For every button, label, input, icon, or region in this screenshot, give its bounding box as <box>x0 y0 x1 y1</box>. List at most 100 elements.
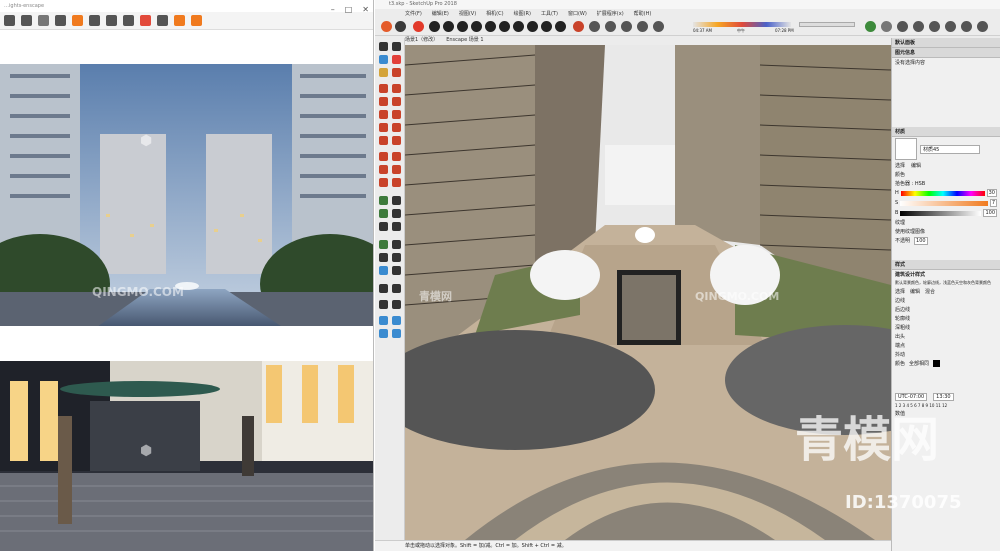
home-icon[interactable] <box>21 15 32 26</box>
close-icon[interactable]: ✕ <box>362 5 369 14</box>
style-icon-2[interactable] <box>881 21 892 32</box>
polygon-icon[interactable] <box>392 110 401 119</box>
grid-icon[interactable] <box>55 15 66 26</box>
menu-camera[interactable]: 相机(C) <box>486 10 503 17</box>
shadow-time-slider[interactable] <box>693 22 791 27</box>
styles-header[interactable]: 样式 <box>892 260 1000 270</box>
style-icon-4[interactable] <box>913 21 924 32</box>
paint-bucket-icon[interactable] <box>392 55 401 64</box>
edge-setting-3[interactable]: 轮廓线 <box>892 314 1000 323</box>
b-value[interactable]: 100 <box>983 209 997 217</box>
minimize-icon[interactable]: – <box>331 5 335 14</box>
slider-icon[interactable] <box>174 15 185 26</box>
freehand-icon[interactable] <box>392 84 401 93</box>
save-icon[interactable] <box>89 15 100 26</box>
flag-icon[interactable] <box>157 15 168 26</box>
edge-setting-6[interactable]: 端点 <box>892 341 1000 350</box>
menu-file[interactable]: 文件(F) <box>405 10 422 17</box>
zoom-icon[interactable] <box>457 21 468 32</box>
date-slider[interactable] <box>799 22 855 27</box>
axes-icon[interactable] <box>379 222 388 231</box>
pie-icon[interactable] <box>379 136 388 145</box>
rotate-icon[interactable] <box>379 165 388 174</box>
style-icon-3[interactable] <box>897 21 908 32</box>
tab-edit[interactable]: 编辑 <box>911 162 921 169</box>
position-camera-icon[interactable] <box>527 21 538 32</box>
edge-setting-5[interactable]: 出头 <box>892 332 1000 341</box>
lines-icon[interactable] <box>123 15 134 26</box>
eraser-tool-icon[interactable] <box>379 68 388 77</box>
maximize-icon[interactable]: □ <box>345 5 353 14</box>
use-texture-checkbox[interactable]: 使用纹理图像 <box>892 227 1000 236</box>
look-around-icon[interactable] <box>555 21 566 32</box>
menu-edit[interactable]: 编辑(E) <box>432 10 449 17</box>
orbit-tool-icon[interactable] <box>379 240 388 249</box>
tag-tool-icon[interactable] <box>392 68 401 77</box>
entity-info-header[interactable]: 图元信息 <box>892 48 1000 58</box>
zoom-window-icon[interactable] <box>471 21 482 32</box>
menu-window[interactable]: 窗口(W) <box>568 10 587 17</box>
enscape-start-icon[interactable] <box>573 21 584 32</box>
b-slider[interactable] <box>900 210 982 216</box>
folder-icon[interactable] <box>4 15 15 26</box>
zoom-extents-tool-icon[interactable] <box>379 266 388 275</box>
orbit-icon[interactable] <box>429 21 440 32</box>
s-value[interactable]: 7 <box>989 199 997 207</box>
menu-draw[interactable]: 绘图(R) <box>514 10 531 17</box>
walk-icon[interactable] <box>541 21 552 32</box>
zoom-tool-icon[interactable] <box>379 253 388 262</box>
h-slider[interactable] <box>900 190 985 196</box>
style-icon-6[interactable] <box>945 21 956 32</box>
enscape-vr-icon[interactable] <box>653 21 664 32</box>
style-tab-edit[interactable]: 编辑 <box>910 288 920 295</box>
pan-tool-icon[interactable] <box>392 240 401 249</box>
three-point-arc-icon[interactable] <box>392 136 401 145</box>
h-value[interactable]: 30 <box>986 189 997 197</box>
sandbox-2-icon[interactable] <box>392 316 401 325</box>
settings-icon[interactable] <box>72 15 83 26</box>
menu-tools[interactable]: 工具(T) <box>541 10 558 17</box>
arc-icon[interactable] <box>379 123 388 132</box>
menu-extensions[interactable]: 扩展程序(x) <box>597 10 624 17</box>
model-viewport[interactable] <box>405 45 891 540</box>
style-icon-8[interactable] <box>977 21 988 32</box>
rectangle-icon[interactable] <box>379 97 388 106</box>
sandbox-icon[interactable] <box>379 316 388 325</box>
previous-view-icon[interactable] <box>392 266 401 275</box>
next-icon[interactable] <box>513 21 524 32</box>
style-icon-7[interactable] <box>961 21 972 32</box>
sandbox-4-icon[interactable] <box>392 329 401 338</box>
style-tab-select[interactable]: 选择 <box>895 288 905 295</box>
all-same-select[interactable]: 全部相同 <box>909 360 929 367</box>
expand-icon[interactable] <box>106 15 117 26</box>
follow-me-icon[interactable] <box>392 165 401 174</box>
move-icon[interactable] <box>379 152 388 161</box>
edge-color-swatch[interactable] <box>933 360 941 367</box>
enscape-view-icon[interactable] <box>605 21 616 32</box>
material-swatch[interactable] <box>895 138 917 160</box>
scene-tab-2[interactable]: Enscape 场景 1 <box>446 36 483 45</box>
component-icon[interactable] <box>379 55 388 64</box>
shadow-time-field[interactable]: 13:30 <box>933 393 954 401</box>
menu-view[interactable]: 视图(V) <box>459 10 476 17</box>
two-point-arc-icon[interactable] <box>392 123 401 132</box>
3d-text-icon[interactable] <box>392 222 401 231</box>
s-slider[interactable] <box>900 200 988 206</box>
pan-icon[interactable] <box>443 21 454 32</box>
push-pull-icon[interactable] <box>392 152 401 161</box>
material-name-field[interactable]: 材质45 <box>920 144 980 154</box>
eraser-icon[interactable] <box>395 21 406 32</box>
offset-icon[interactable] <box>392 178 401 187</box>
zoom-extents-icon[interactable] <box>485 21 496 32</box>
section-display-icon[interactable] <box>392 300 401 309</box>
zoom-window-tool-icon[interactable] <box>392 253 401 262</box>
enscape-video-icon[interactable] <box>637 21 648 32</box>
arrow-select-icon[interactable] <box>379 42 388 51</box>
close-red-icon[interactable] <box>140 15 151 26</box>
edge-setting-2[interactable]: 后边线 <box>892 305 1000 314</box>
materials-header[interactable]: 材质 <box>892 127 1000 137</box>
enscape-settings-icon[interactable] <box>621 21 632 32</box>
walk-tool-icon[interactable] <box>379 284 388 293</box>
look-tool-icon[interactable] <box>392 284 401 293</box>
tab-select[interactable]: 选择 <box>895 162 905 169</box>
